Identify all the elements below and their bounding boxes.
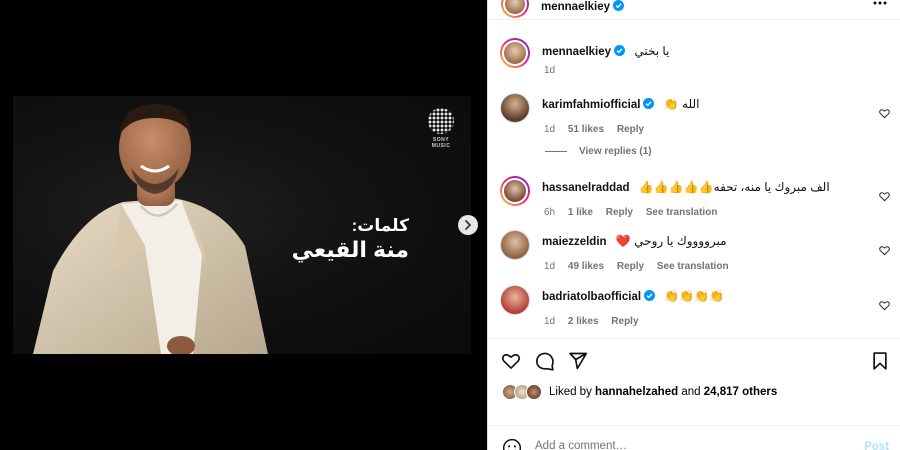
verified-badge-icon (614, 45, 626, 56)
comment-likes[interactable]: 1 like (568, 207, 593, 218)
heart-icon[interactable] (501, 351, 521, 371)
caption-text: يا بختي (634, 44, 670, 58)
likes-and: and (681, 386, 701, 398)
see-translation-button[interactable]: See translation (657, 261, 729, 272)
view-replies-label: View replies (1) (579, 146, 652, 157)
comment-text: الف مبروك يا منه، تحفه👍👍👍👍👍 (638, 180, 830, 194)
commenter-avatar[interactable] (500, 285, 530, 315)
comment-username[interactable]: maiezzeldin (542, 236, 607, 248)
comment-time: 6h (544, 207, 556, 218)
caption-time: 1d (544, 65, 556, 76)
comment-username[interactable]: karimfahmiofficial (542, 99, 640, 111)
likes-prefix: Liked by (549, 386, 592, 398)
caption-avatar[interactable] (500, 38, 530, 68)
comment-username[interactable]: badriatolbaofficial (542, 291, 641, 303)
commenter-avatar[interactable] (500, 230, 530, 260)
comment-icon[interactable] (535, 351, 555, 371)
lyrics-writer-name: منة القيعي (291, 237, 409, 262)
like-comment-heart-icon[interactable] (879, 191, 890, 202)
liked-by-username[interactable]: hannahelzahed (595, 386, 678, 398)
post-side-panel: mennaelkiey mennaelkiey يا بختي 1d karim… (487, 0, 900, 450)
reply-button[interactable]: Reply (606, 207, 633, 218)
brand-logo-text: SONY MUSIC (431, 137, 451, 149)
likes-count[interactable]: 24,817 others (704, 386, 778, 398)
comment-input[interactable] (535, 440, 835, 450)
post-actions-bar (488, 338, 900, 388)
like-comment-heart-icon[interactable] (879, 245, 890, 256)
liker-avatars (502, 384, 544, 400)
verified-badge-icon (613, 0, 625, 11)
media-pane: SONY MUSIC كلمات: منة القيعي (0, 0, 487, 450)
sony-music-logo: SONY MUSIC (425, 108, 457, 149)
comment-likes[interactable]: 49 likes (568, 261, 604, 272)
verified-badge-icon (644, 290, 656, 301)
post-image[interactable]: SONY MUSIC كلمات: منة القيعي (13, 96, 471, 354)
comment-text: الله 👏 (663, 97, 700, 111)
comment-likes[interactable]: 2 likes (568, 316, 599, 327)
post-header: mennaelkiey (488, 0, 900, 20)
comment-username[interactable]: hassanelraddad (542, 182, 630, 194)
comment-text: 👏👏👏👏 (664, 289, 725, 303)
like-comment-heart-icon[interactable] (879, 300, 890, 311)
commenter-avatar[interactable] (500, 93, 530, 123)
see-translation-button[interactable]: See translation (646, 207, 718, 218)
like-comment-heart-icon[interactable] (879, 108, 890, 119)
reply-button[interactable]: Reply (617, 261, 644, 272)
emoji-smiley-icon[interactable] (502, 438, 522, 450)
likes-summary[interactable]: Liked by hannahelzahed and 24,817 others (502, 384, 777, 400)
comment-time: 1d (544, 261, 556, 272)
verified-badge-icon (643, 98, 655, 109)
carousel-next-button[interactable] (458, 215, 478, 235)
author-avatar[interactable] (501, 0, 529, 18)
comment-likes[interactable]: 51 likes (568, 124, 604, 135)
caption-username[interactable]: mennaelkiey (542, 46, 611, 58)
view-replies-link[interactable]: View replies (1) (545, 146, 652, 157)
more-options-icon[interactable] (873, 0, 887, 6)
add-comment-bar: Post (488, 425, 900, 450)
comment-text: مبرووووك يا روحي ❤️ (615, 234, 727, 248)
save-bookmark-icon[interactable] (870, 351, 890, 371)
lyrics-label: كلمات: (351, 216, 409, 235)
commenter-avatar[interactable] (500, 176, 530, 206)
chevron-right-icon (465, 220, 472, 230)
author-username[interactable]: mennaelkiey (541, 1, 610, 13)
comment-time: 1d (544, 124, 556, 135)
share-paper-plane-icon[interactable] (568, 351, 588, 371)
reply-button[interactable]: Reply (617, 124, 644, 135)
replies-divider (545, 151, 567, 152)
reply-button[interactable]: Reply (611, 316, 638, 327)
comment-time: 1d (544, 316, 556, 327)
post-comment-button[interactable]: Post (864, 441, 889, 450)
lyrics-credit: كلمات: منة القيعي (292, 216, 409, 264)
